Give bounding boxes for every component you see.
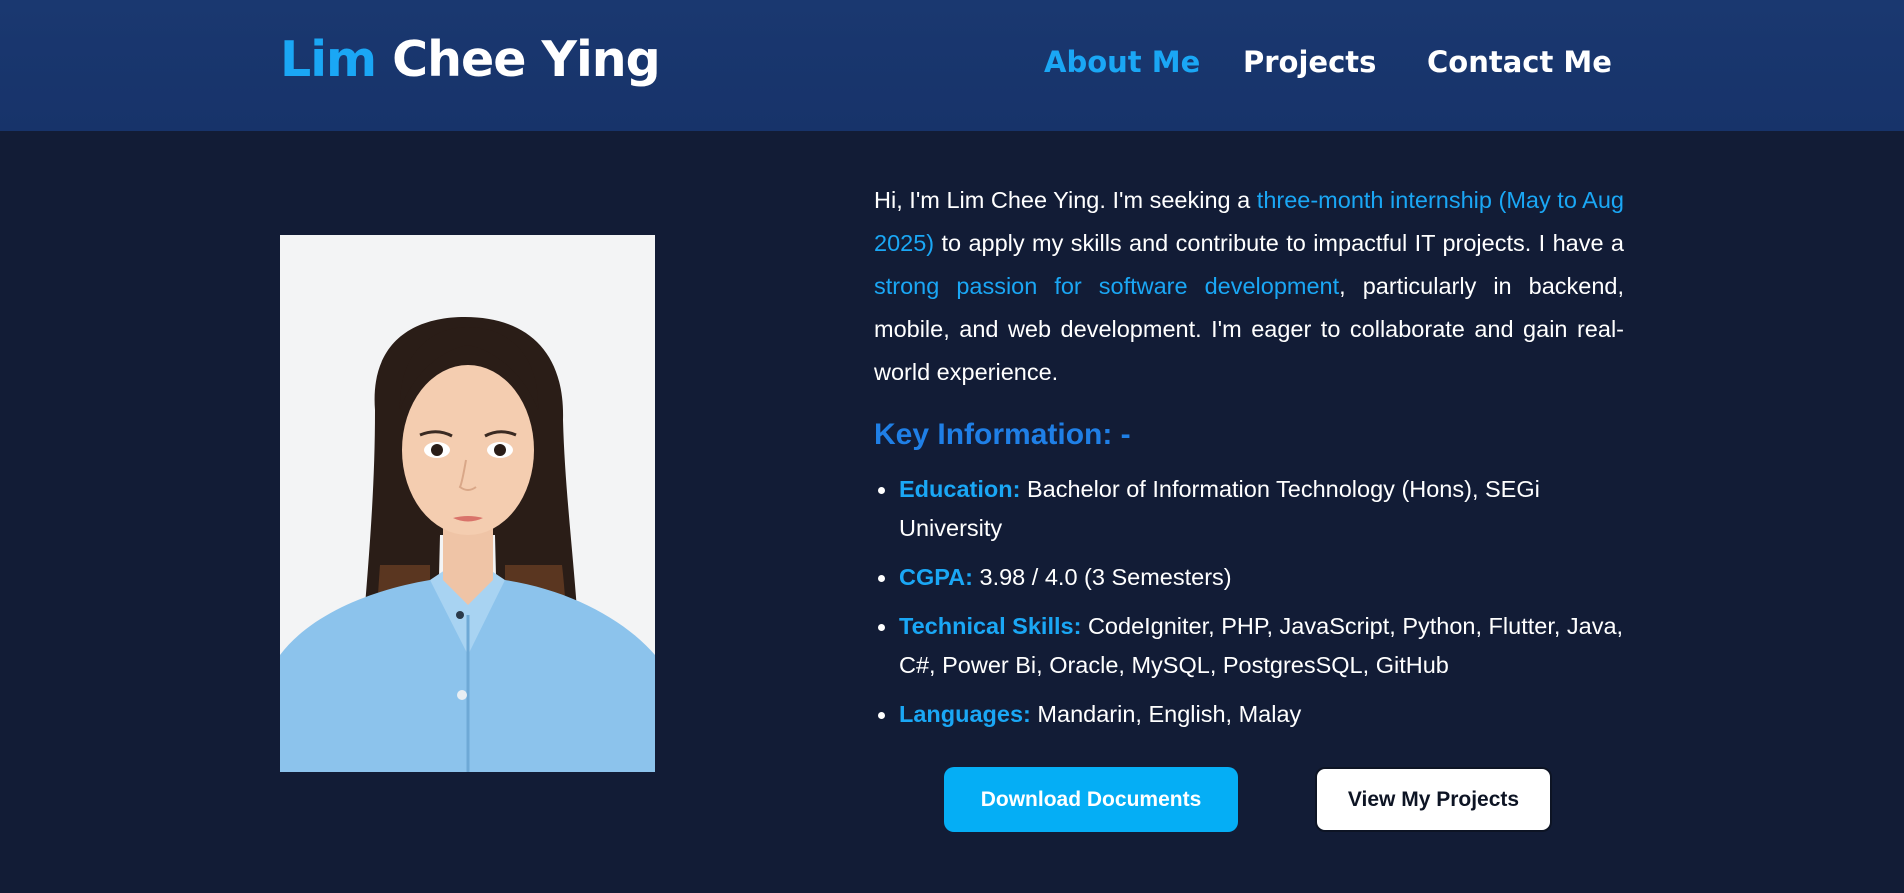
- intro-highlight-passion: strong passion for software development: [874, 273, 1340, 299]
- brand-last-name: Chee Ying: [392, 31, 661, 88]
- technical-skills-label: Technical Skills:: [899, 613, 1082, 639]
- list-item-education: Education: Bachelor of Information Techn…: [874, 470, 1634, 548]
- intro-paragraph: Hi, I'm Lim Chee Ying. I'm seeking a thr…: [874, 179, 1624, 394]
- education-label: Education:: [899, 476, 1021, 502]
- key-information-list: Education: Bachelor of Information Techn…: [874, 470, 1634, 744]
- nav-contact-me[interactable]: Contact Me: [1427, 45, 1612, 79]
- key-information-heading: Key Information: -: [874, 418, 1131, 451]
- brand-first-name: Lim: [280, 31, 377, 88]
- intro-text-2: to apply my skills and contribute to imp…: [934, 230, 1624, 256]
- site-logo[interactable]: Lim Chee Ying: [280, 31, 661, 88]
- list-item-technical-skills: Technical Skills: CodeIgniter, PHP, Java…: [874, 607, 1634, 685]
- languages-value: Mandarin, English, Malay: [1037, 701, 1302, 727]
- cgpa-label: CGPA:: [899, 564, 973, 590]
- navbar: Lim Chee Ying About Me Projects Contact …: [0, 0, 1904, 131]
- languages-label: Languages:: [899, 701, 1031, 727]
- list-item-cgpa: CGPA: 3.98 / 4.0 (3 Semesters): [874, 558, 1634, 597]
- cgpa-value: 3.98 / 4.0 (3 Semesters): [979, 564, 1232, 590]
- nav-about-me[interactable]: About Me: [1044, 45, 1200, 79]
- profile-photo: [280, 235, 655, 772]
- view-my-projects-button[interactable]: View My Projects: [1315, 767, 1552, 832]
- intro-text-1: Hi, I'm Lim Chee Ying. I'm seeking a: [874, 187, 1257, 213]
- list-item-languages: Languages: Mandarin, English, Malay: [874, 695, 1634, 734]
- nav-projects[interactable]: Projects: [1243, 45, 1376, 79]
- download-documents-button[interactable]: Download Documents: [944, 767, 1238, 832]
